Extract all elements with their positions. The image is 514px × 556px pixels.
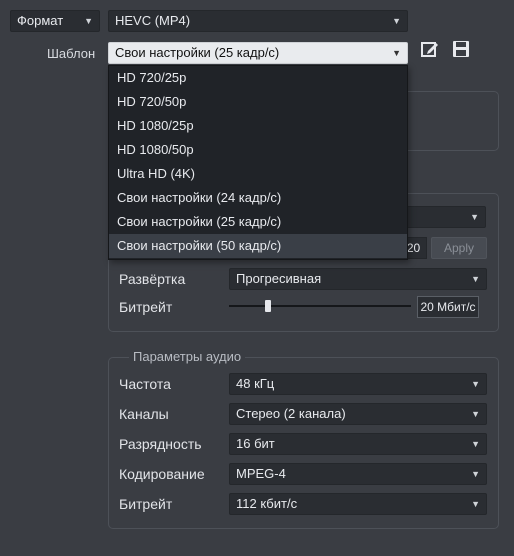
audio-row-label: Кодирование bbox=[119, 466, 205, 482]
template-option[interactable]: Свои настройки (24 кадр/с) bbox=[109, 186, 407, 210]
audio-row-label: Частота bbox=[119, 376, 171, 392]
audio-row-select[interactable]: 16 бит ▼ bbox=[229, 433, 487, 455]
scan-label: Развёртка bbox=[119, 271, 186, 287]
template-option[interactable]: HD 720/25p bbox=[109, 66, 407, 90]
audio-row-select[interactable]: 112 кбит/с ▼ bbox=[229, 493, 487, 515]
audio-row-label: Битрейт bbox=[119, 496, 173, 512]
audio-group-title: Параметры аудио bbox=[129, 349, 246, 364]
video-bitrate-label: Битрейт bbox=[119, 299, 173, 315]
audio-row-value: 48 кГц bbox=[236, 376, 275, 391]
template-option[interactable]: HD 1080/25p bbox=[109, 114, 407, 138]
slider-handle[interactable] bbox=[265, 300, 271, 312]
chevron-down-icon: ▼ bbox=[84, 16, 93, 26]
chevron-down-icon: ▼ bbox=[471, 409, 480, 419]
format-select[interactable]: HEVC (MP4) ▼ bbox=[108, 10, 408, 32]
template-option[interactable]: Свои настройки (50 кадр/с) bbox=[109, 234, 407, 258]
template-option[interactable]: HD 1080/50p bbox=[109, 138, 407, 162]
chevron-down-icon: ▼ bbox=[392, 48, 401, 58]
chevron-down-icon: ▼ bbox=[471, 379, 480, 389]
scan-value: Прогресивная bbox=[236, 271, 322, 286]
audio-row-value: 16 бит bbox=[236, 436, 275, 451]
audio-row-select[interactable]: MPEG-4 ▼ bbox=[229, 463, 487, 485]
chevron-down-icon: ▼ bbox=[471, 469, 480, 479]
format-value: HEVC (MP4) bbox=[115, 13, 191, 28]
slider-track bbox=[229, 305, 411, 307]
audio-row-value: 112 кбит/с bbox=[236, 496, 298, 511]
template-option[interactable]: Ultra HD (4K) bbox=[109, 162, 407, 186]
template-label: Шаблон bbox=[47, 46, 96, 61]
video-resolution-select[interactable]: ▼ bbox=[400, 206, 486, 228]
template-option[interactable]: HD 720/50p bbox=[109, 90, 407, 114]
audio-row-value: Стерео (2 канала) bbox=[236, 406, 346, 421]
audio-row-label: Каналы bbox=[119, 406, 169, 422]
template-value: Свои настройки (25 кадр/с) bbox=[115, 45, 280, 60]
template-option[interactable]: Свои настройки (25 кадр/с) bbox=[109, 210, 407, 234]
apply-button[interactable]: Apply bbox=[431, 237, 487, 259]
scan-select[interactable]: Прогресивная ▼ bbox=[229, 268, 487, 290]
chevron-down-icon: ▼ bbox=[471, 439, 480, 449]
format-type-select[interactable]: Формат ▼ bbox=[10, 10, 100, 32]
audio-row-value: MPEG-4 bbox=[236, 466, 286, 481]
template-dropdown-menu: HD 720/25p HD 720/50p HD 1080/25p HD 108… bbox=[108, 65, 408, 260]
chevron-down-icon: ▼ bbox=[392, 16, 401, 26]
audio-row-select[interactable]: Стерео (2 канала) ▼ bbox=[229, 403, 487, 425]
video-bitrate-slider[interactable] bbox=[229, 296, 411, 316]
video-bitrate-value: 20 Мбит/с bbox=[417, 296, 479, 318]
save-template-icon[interactable] bbox=[451, 39, 471, 59]
chevron-down-icon: ▼ bbox=[470, 212, 479, 222]
format-type-value: Формат bbox=[17, 13, 64, 28]
chevron-down-icon: ▼ bbox=[471, 274, 480, 284]
template-select[interactable]: Свои настройки (25 кадр/с) ▼ bbox=[108, 42, 408, 64]
chevron-down-icon: ▼ bbox=[471, 499, 480, 509]
audio-row-label: Разрядность bbox=[119, 436, 202, 452]
audio-row-select[interactable]: 48 кГц ▼ bbox=[229, 373, 487, 395]
edit-template-icon[interactable] bbox=[420, 39, 440, 59]
